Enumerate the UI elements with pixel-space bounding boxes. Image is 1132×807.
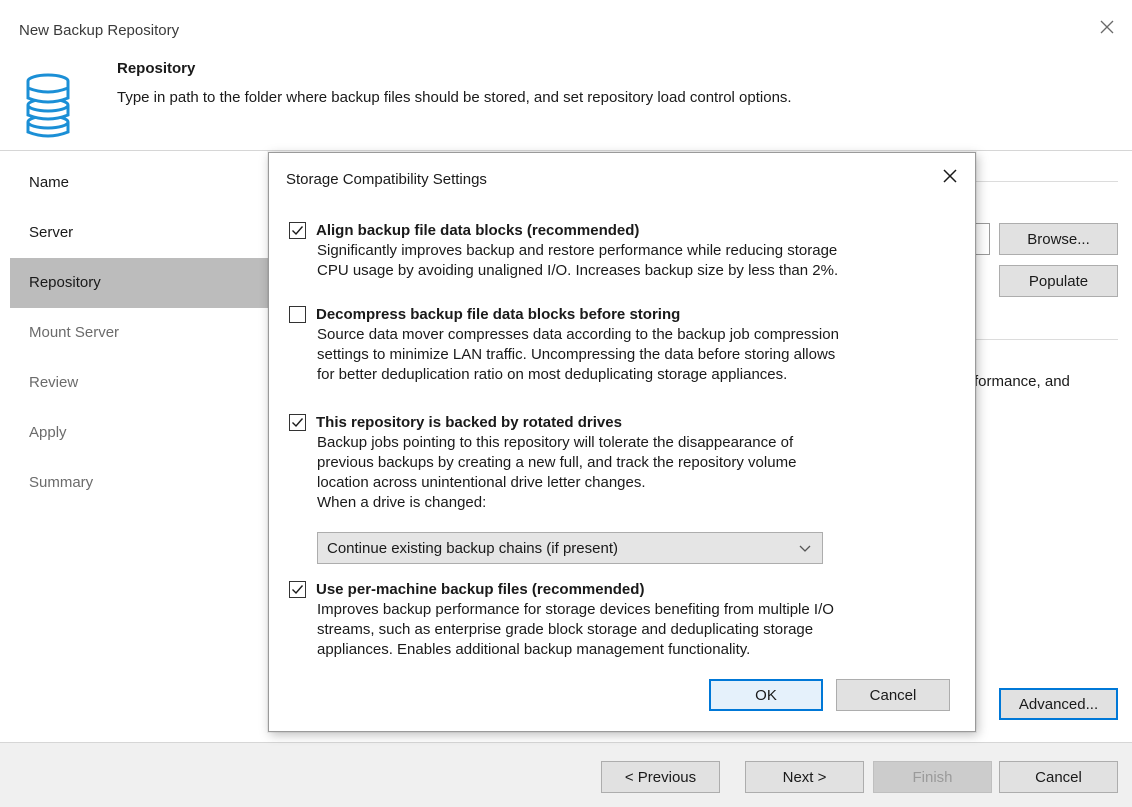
cancel-button[interactable]: Cancel: [999, 761, 1118, 793]
checkmark-icon: [292, 584, 304, 594]
rotated-drives-checkbox[interactable]: [289, 413, 306, 431]
option-rotated-drives: This repository is backed by rotated dri…: [289, 411, 959, 513]
description-line: location across unintentional drive lett…: [317, 474, 646, 491]
select-value: Continue existing backup chains (if pres…: [327, 539, 618, 557]
previous-button[interactable]: < Previous: [601, 761, 720, 793]
ok-button[interactable]: OK: [709, 679, 823, 711]
description-line: previous backups by creating a new full,…: [317, 454, 797, 471]
database-icon: [26, 73, 70, 138]
wizard-footer: < Previous Next > Finish Cancel: [0, 742, 1132, 807]
close-icon[interactable]: [1094, 14, 1120, 40]
drive-change-select[interactable]: Continue existing backup chains (if pres…: [317, 532, 823, 564]
nav-step-summary: Summary: [29, 474, 94, 491]
option-label: Align backup file data blocks (recommend…: [316, 221, 640, 239]
section-divider: [968, 181, 1118, 182]
option-description: Source data mover compresses data accord…: [317, 325, 959, 385]
section-divider: [968, 339, 1118, 340]
description-line: Significantly improves backup and restor…: [317, 242, 838, 259]
nav-step-apply: Apply: [29, 424, 67, 441]
advanced-button[interactable]: Advanced...: [999, 688, 1118, 720]
dialog-cancel-button[interactable]: Cancel: [836, 679, 950, 711]
next-button[interactable]: Next >: [745, 761, 864, 793]
nav-step-review: Review: [29, 374, 79, 391]
finish-button: Finish: [873, 761, 992, 793]
drive-change-label: When a drive is changed:: [317, 494, 487, 511]
nav-step-server[interactable]: Server: [10, 208, 268, 258]
storage-compatibility-dialog: Storage Compatibility Settings Align bac…: [268, 152, 976, 732]
nav-step-repository[interactable]: Repository: [10, 258, 268, 308]
nav-step-mount-server: Mount Server: [29, 324, 120, 341]
page-description: Type in path to the folder where backup …: [117, 89, 792, 106]
description-line: streams, such as enterprise grade block …: [317, 621, 814, 638]
nav-step-name[interactable]: Name: [10, 158, 268, 208]
header-divider: [0, 150, 1132, 151]
option-description: Backup jobs pointing to this repository …: [317, 433, 959, 513]
description-line: CPU usage by avoiding unaligned I/O. Inc…: [317, 262, 839, 279]
option-per-machine-files: Use per-machine backup files (recommende…: [289, 578, 959, 660]
description-line: Improves backup performance for storage …: [317, 601, 834, 618]
description-line: appliances. Enables additional backup ma…: [317, 641, 751, 658]
populate-button[interactable]: Populate: [999, 265, 1118, 297]
new-backup-repository-window: New Backup Repository Repository Type in…: [0, 0, 1132, 807]
decompress-blocks-checkbox[interactable]: [289, 305, 306, 323]
per-machine-files-checkbox[interactable]: [289, 580, 306, 598]
chevron-down-icon: [799, 545, 811, 552]
option-label: This repository is backed by rotated dri…: [316, 413, 622, 431]
option-label: Decompress backup file data blocks befor…: [316, 305, 681, 323]
load-control-text: formance, and: [974, 373, 1070, 390]
checkmark-icon: [292, 417, 304, 427]
option-label: Use per-machine backup files (recommende…: [316, 580, 645, 598]
option-decompress-blocks: Decompress backup file data blocks befor…: [289, 303, 959, 385]
checkmark-icon: [292, 225, 304, 235]
option-description: Improves backup performance for storage …: [317, 600, 959, 660]
option-description: Significantly improves backup and restor…: [317, 241, 959, 281]
description-line: for better deduplication ratio on most d…: [317, 366, 788, 383]
description-line: Source data mover compresses data accord…: [317, 326, 839, 343]
browse-button[interactable]: Browse...: [999, 223, 1118, 255]
align-blocks-checkbox[interactable]: [289, 221, 306, 239]
option-align-blocks: Align backup file data blocks (recommend…: [289, 219, 959, 281]
close-icon[interactable]: [939, 165, 961, 187]
wizard-steps-nav: Name Server Repository Mount Server Revi…: [10, 158, 268, 508]
description-line: Backup jobs pointing to this repository …: [317, 434, 794, 451]
dialog-title: Storage Compatibility Settings: [286, 171, 487, 188]
window-title: New Backup Repository: [19, 22, 180, 39]
page-title: Repository: [117, 60, 196, 77]
description-line: settings to minimize LAN traffic. Uncomp…: [317, 346, 836, 363]
